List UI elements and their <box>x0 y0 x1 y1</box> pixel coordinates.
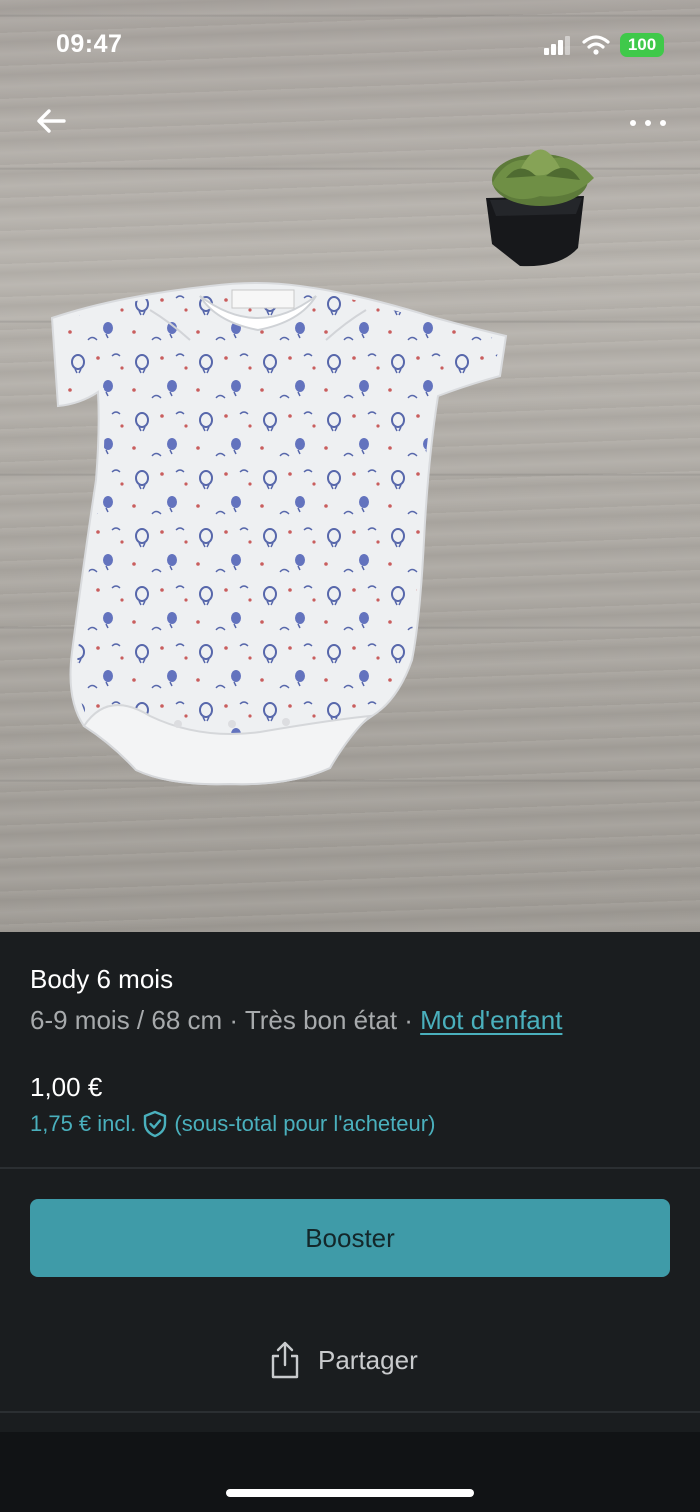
share-button[interactable]: Partager <box>268 1336 418 1384</box>
item-info-panel: Body 6 mois 6-9 mois / 68 cm · Très bon … <box>0 932 700 1512</box>
item-title: Body 6 mois <box>30 964 174 994</box>
more-dots-icon[interactable] <box>626 110 670 136</box>
item-detail-screen: 09:47 100 Body 6 mois 6-9 mois / 68 cm ·… <box>0 0 700 1512</box>
meta-separator: · <box>397 1005 421 1035</box>
booster-button[interactable]: Booster <box>30 1199 670 1277</box>
status-time: 09:47 <box>56 30 123 58</box>
divider <box>0 1167 700 1169</box>
share-icon <box>271 1341 299 1379</box>
bottom-band <box>0 1432 700 1512</box>
wifi-icon <box>582 35 610 55</box>
back-arrow-icon[interactable] <box>34 104 68 138</box>
status-icons: 100 <box>544 33 664 57</box>
more-dot <box>660 120 666 126</box>
item-price: 1,00 € <box>30 1072 103 1102</box>
meta-separator: · <box>222 1005 245 1035</box>
photo-scene <box>50 149 594 786</box>
signal-icon <box>544 36 570 55</box>
home-indicator <box>226 1489 474 1497</box>
divider <box>0 1411 700 1413</box>
buyer-protection-shield-icon <box>144 1110 167 1138</box>
item-brand-link[interactable]: Mot d'enfant <box>420 1005 562 1035</box>
more-dot <box>645 120 651 126</box>
buyer-total[interactable]: 1,75 € incl. (sous-total pour l'acheteur… <box>30 1110 435 1138</box>
share-label: Partager <box>318 1344 418 1375</box>
item-condition: Très bon état <box>244 1005 398 1035</box>
buyer-total-note: (sous-total pour l'acheteur) <box>174 1111 436 1136</box>
item-size: 6-9 mois / 68 cm <box>30 1005 223 1035</box>
battery-icon: 100 <box>620 33 664 57</box>
item-meta: 6-9 mois / 68 cm · Très bon état · Mot d… <box>30 1005 562 1036</box>
bodysuit <box>50 282 508 786</box>
item-photo[interactable]: 09:47 100 <box>0 0 700 932</box>
buyer-total-amount: 1,75 € incl. <box>30 1111 137 1136</box>
more-dot <box>630 120 636 126</box>
plant-pot <box>486 149 594 267</box>
